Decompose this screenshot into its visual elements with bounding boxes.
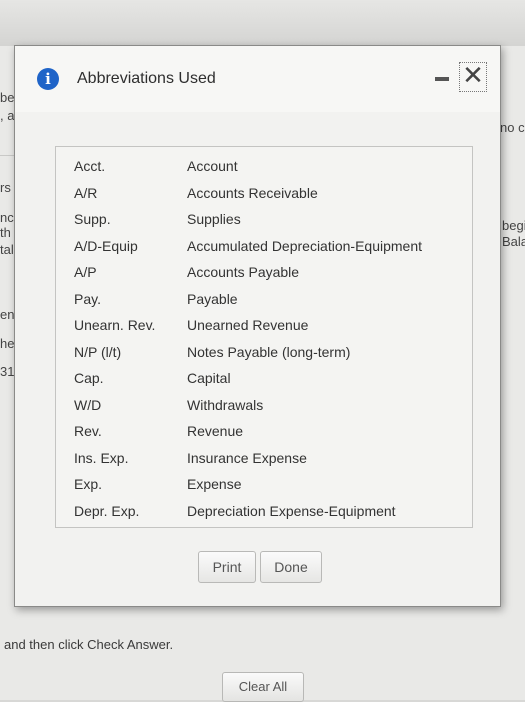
meaning-cell: Payable [187, 290, 238, 307]
meaning-cell: Withdrawals [187, 396, 264, 413]
bg-fragment: , a [0, 108, 15, 123]
meaning-cell: Account [187, 158, 238, 174]
abbreviation-cell: Exp. [74, 476, 103, 492]
bg-fragment: tal [0, 242, 14, 257]
abbreviation-cell: Cap. [74, 370, 104, 386]
bg-fragment: Bala [502, 234, 525, 249]
table-row: Cap. Capital [56, 370, 472, 396]
dialog-header: i Abbreviations Used ✕ [15, 46, 500, 112]
table-row: A/P Accounts Payable [56, 264, 472, 290]
table-row: Unearn. Rev. Unearned Revenue [56, 317, 472, 343]
table-row: Depr. Exp. Depreciation Expense-Equipment [56, 503, 472, 529]
abbreviation-cell: Supp. [74, 211, 111, 227]
table-row: Supp. Supplies [56, 211, 472, 237]
bg-fragment: begin [502, 218, 525, 233]
close-icon[interactable]: ✕ [459, 62, 487, 92]
meaning-cell: Capital [187, 370, 231, 386]
bg-fragment: rs [0, 180, 11, 195]
instruction-text: and then click Check Answer. [4, 637, 174, 652]
table-row: W/D Withdrawals [56, 397, 472, 423]
bg-fragment: 31 [0, 364, 15, 379]
abbreviation-cell: Acct. [74, 158, 106, 174]
abbreviations-table: Acct. Account A/R Accounts Receivable Supp. S… [55, 146, 473, 528]
abbreviation-cell: W/D [74, 396, 102, 413]
abbreviation-cell: N/P (l/t) [74, 343, 122, 360]
table-row: Pay. Payable [56, 291, 472, 317]
bg-fragment: en [0, 307, 15, 322]
table-row: A/R Accounts Receivable [56, 185, 472, 211]
abbreviation-cell: Pay. [74, 290, 101, 307]
print-button[interactable]: Print [198, 551, 256, 583]
bg-fragment: nc [0, 210, 14, 225]
bg-fragment: no c [500, 120, 525, 135]
abbreviation-cell: A/D-Equip [74, 237, 138, 254]
minimize-icon[interactable] [435, 68, 451, 84]
meaning-cell: Unearned Revenue [187, 317, 309, 333]
bg-divider [0, 155, 14, 156]
bg-fragment: th [0, 225, 11, 240]
abbreviation-cell: Unearn. Rev. [74, 317, 156, 333]
table-row: Ins. Exp. Insurance Expense [56, 450, 472, 476]
abbreviation-cell: Depr. Exp. [74, 502, 140, 519]
meaning-cell: Revenue [187, 423, 244, 439]
bg-fragment: be [0, 90, 15, 105]
table-row: Rev. Revenue [56, 423, 472, 449]
meaning-cell: Depreciation Expense-Equipment [187, 502, 396, 519]
meaning-cell: Expense [187, 476, 242, 492]
meaning-cell: Insurance Expense [187, 449, 307, 466]
table-row: Exp. Expense [56, 476, 472, 502]
clear-all-button[interactable]: Clear All [222, 672, 304, 702]
info-icon: i [37, 68, 59, 90]
abbreviations-dialog: i Abbreviations Used ✕ Acct. Account A/R Ac… [14, 45, 501, 607]
screen-top-edge [0, 0, 525, 46]
meaning-cell: Notes Payable (long-term) [187, 343, 351, 360]
abbreviation-cell: Rev. [74, 423, 102, 439]
meaning-cell: Accounts Receivable [187, 184, 318, 201]
abbreviation-cell: A/R [74, 184, 98, 201]
dialog-title: Abbreviations Used [77, 70, 216, 87]
abbreviation-cell: Ins. Exp. [74, 449, 129, 466]
meaning-cell: Supplies [187, 211, 241, 227]
bg-fragment: he [0, 336, 15, 351]
table-row: Acct. Account [56, 158, 472, 184]
table-row: A/D-Equip Accumulated Depreciation-Equipm… [56, 238, 472, 264]
abbreviation-cell: A/P [74, 264, 97, 280]
done-button[interactable]: Done [260, 551, 322, 583]
meaning-cell: Accounts Payable [187, 264, 300, 280]
meaning-cell: Accumulated Depreciation-Equipment [187, 237, 423, 254]
table-row: N/P (l/t) Notes Payable (long-term) [56, 344, 472, 370]
